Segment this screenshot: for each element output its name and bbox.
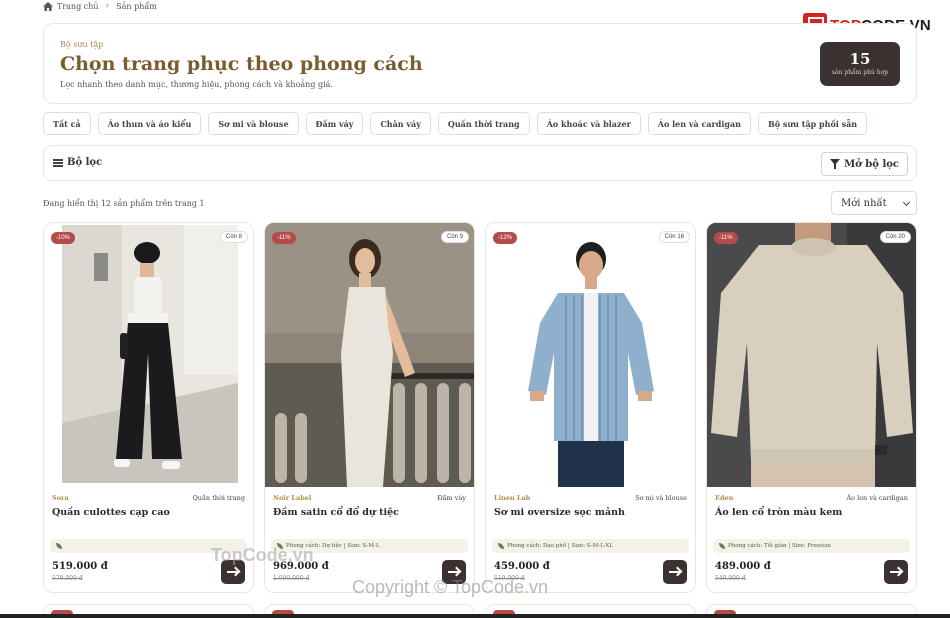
breadcrumb-home-link[interactable]: Trang chủ: [57, 2, 99, 11]
chip-knitwear[interactable]: Áo len và cardigan: [647, 112, 751, 135]
discount-badge: -11%: [714, 232, 738, 244]
product-meta-text: Phong cách: Dạo phố | Size: S-M-L-XL: [507, 543, 613, 549]
product-meta: Phong cách: Tối giản | Size: Freesize: [713, 539, 910, 553]
leaf-icon: [56, 543, 62, 549]
stock-badge: Còn 20: [879, 231, 911, 243]
product-name[interactable]: Quần culottes cạp cao: [52, 507, 170, 518]
home-icon[interactable]: [43, 1, 53, 11]
chip-jackets[interactable]: Áo khoác và blazer: [536, 112, 641, 135]
arrow-right-button[interactable]: [884, 560, 908, 584]
funnel-icon: [830, 159, 841, 169]
product-card[interactable]: -12% Còn 16 Linen Lab Sơ mi và blouse Sơ…: [485, 222, 696, 593]
product-brand: Noir Label: [273, 494, 312, 502]
chip-dresses[interactable]: Đầm váy: [305, 112, 364, 135]
product-price: 459.000 đ: [494, 561, 550, 572]
product-card[interactable]: -10% Còn 8 Sora Quần thời trang Quần cul…: [43, 222, 254, 593]
product-name[interactable]: Đầm satin cổ đổ dự tiệc: [273, 507, 399, 518]
open-filter-button[interactable]: Mở bộ lọc: [821, 152, 908, 176]
discount-badge: -12%: [493, 232, 518, 244]
chip-pants[interactable]: Quần thời trang: [437, 112, 530, 135]
result-count-label: sản phẩm phù hợp: [831, 69, 889, 76]
chip-collections[interactable]: Bộ sưu tập phối sẵn: [757, 112, 868, 135]
product-old-price: 579.000 đ: [52, 575, 83, 582]
product-name[interactable]: Sơ mi oversize sọc mảnh: [494, 507, 625, 518]
open-filter-label: Mở bộ lọc: [844, 158, 899, 170]
sort-select[interactable]: Mới nhất: [831, 191, 917, 215]
discount-badge: -11%: [272, 232, 296, 244]
chip-skirts[interactable]: Chân váy: [370, 112, 431, 135]
leaf-icon: [498, 543, 504, 549]
discount-badge: -10%: [51, 232, 76, 244]
chip-tshirts[interactable]: Áo thun và áo kiểu: [97, 112, 202, 135]
product-image[interactable]: -11% Còn 20: [707, 223, 916, 487]
product-old-price: 549.000 đ: [715, 575, 746, 582]
stock-badge: Còn 8: [219, 231, 248, 243]
product-meta: Phong cách: Dạo phố | Size: S-M-L-XL: [492, 539, 689, 553]
product-category: Quần thời trang: [192, 494, 245, 502]
page-subtitle: Lọc nhanh theo danh mục, thương hiệu, ph…: [60, 80, 333, 89]
product-brand: Sora: [52, 494, 69, 502]
filter-label: Bộ lọc: [67, 157, 103, 168]
page-title: Chọn trang phục theo phong cách: [60, 53, 423, 75]
chevron-down-icon: [902, 198, 911, 207]
stock-badge: Còn 9: [440, 231, 469, 243]
result-count-box: 15 sản phẩm phù hợp: [820, 42, 900, 86]
product-old-price: 1.090.000 đ: [273, 575, 310, 582]
filter-bar: Bộ lọc Mở bộ lọc: [43, 145, 917, 181]
product-card[interactable]: -11% Còn 20 Eden Áo len và cardigan Áo l…: [706, 222, 917, 593]
product-meta-text: Phong cách: Tối giản | Size: Freesize: [728, 543, 831, 549]
collection-header: Bộ sưu tập Chọn trang phục theo phong cá…: [43, 23, 917, 104]
product-category: Áo len và cardigan: [846, 494, 908, 502]
product-image[interactable]: -11% Còn 9: [265, 223, 474, 487]
stock-badge: Còn 16: [658, 231, 690, 243]
product-price: 519.000 đ: [52, 561, 108, 572]
showing-text: Đang hiển thị 12 sản phẩm trên trang 1: [43, 199, 205, 208]
product-price: 489.000 đ: [715, 561, 771, 572]
sort-value: Mới nhất: [841, 197, 887, 209]
arrow-right-button[interactable]: [663, 560, 687, 584]
product-category: Đầm váy: [437, 494, 466, 502]
product-image[interactable]: -12% Còn 16: [486, 223, 695, 487]
collection-kicker: Bộ sưu tập: [60, 40, 104, 49]
product-category: Sơ mi và blouse: [635, 494, 687, 502]
breadcrumb-current: Sản phẩm: [116, 1, 157, 11]
product-name[interactable]: Áo len cổ tròn màu kem: [715, 507, 842, 518]
breadcrumb: Trang chủ › Sản phẩm: [43, 0, 157, 12]
chip-all[interactable]: Tất cả: [43, 112, 91, 135]
result-count: 15: [849, 50, 871, 68]
product-brand: Eden: [715, 494, 734, 502]
watermark: TopCode.vn: [211, 545, 314, 565]
product-brand: Linen Lab: [494, 494, 531, 502]
chevron-right-icon: ›: [105, 1, 110, 11]
product-card[interactable]: -11% Còn 9 Noir Label Đầm váy Đầm satin …: [264, 222, 475, 593]
category-chips: Tất cả Áo thun và áo kiểu Sơ mi và blous…: [43, 112, 868, 135]
product-image[interactable]: -10% Còn 8: [44, 223, 253, 487]
leaf-icon: [719, 543, 725, 549]
bottom-bar: [0, 614, 950, 618]
sliders-icon: [53, 158, 63, 167]
watermark: Copyright © TopCode.vn: [352, 577, 549, 597]
chip-shirts[interactable]: Sơ mi và blouse: [208, 112, 299, 135]
